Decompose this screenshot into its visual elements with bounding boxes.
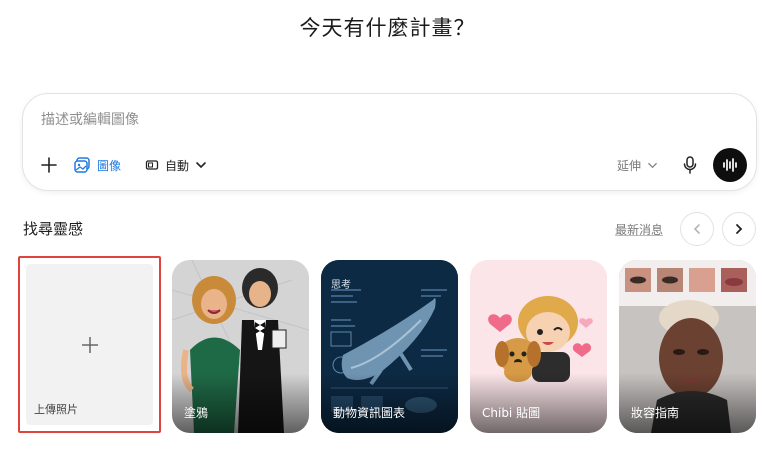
prompt-input[interactable] <box>41 108 641 132</box>
chibi-sticker-card[interactable]: Chibi 貼圖 <box>470 260 607 433</box>
card-label: Chibi 貼圖 <box>482 406 541 420</box>
upload-area: 上傳照片 <box>26 264 153 425</box>
carousel-next-button[interactable] <box>722 212 756 246</box>
extend-label: 延伸 <box>617 158 642 173</box>
chevron-right-icon <box>736 224 743 234</box>
makeup-guide-card[interactable]: 妝容指南 <box>619 260 756 433</box>
chevron-down-icon <box>196 162 206 169</box>
page-headline: 今天有什麼計畫？ <box>299 16 476 40</box>
plus-icon <box>41 157 57 173</box>
extend-dropdown[interactable]: 延伸 <box>617 150 658 180</box>
card-shade <box>470 373 607 433</box>
image-mode-label: 圖像 <box>97 158 122 173</box>
carousel-prev-button[interactable] <box>680 212 714 246</box>
voice-mode-button[interactable] <box>713 148 747 182</box>
card-shade <box>321 373 458 433</box>
image-icon <box>74 157 90 173</box>
card-label: 塗鴉 <box>184 406 209 420</box>
prompt-composer: 圖像 自動 延伸 <box>22 93 757 191</box>
chevron-down-icon <box>648 162 657 168</box>
aspect-ratio-label: 自動 <box>165 158 190 173</box>
card-label: 妝容指南 <box>631 406 680 420</box>
card-label: 上傳照片 <box>34 403 78 416</box>
section-title: 找尋靈感 <box>23 220 84 238</box>
microphone-button[interactable] <box>679 150 701 180</box>
plus-icon <box>81 336 98 353</box>
card-shade <box>619 373 756 433</box>
image-mode-button[interactable]: 圖像 <box>73 150 121 180</box>
doodle-card[interactable]: 塗鴉 <box>172 260 309 433</box>
upload-photo-card[interactable]: 上傳照片 <box>18 256 161 433</box>
aspect-ratio-icon <box>145 160 159 170</box>
chevron-left-icon <box>693 224 700 234</box>
waveform-icon <box>723 158 737 172</box>
news-link[interactable]: 最新消息 <box>615 221 663 238</box>
card-shade <box>172 373 309 433</box>
microphone-icon <box>683 156 697 174</box>
add-button[interactable] <box>37 150 61 180</box>
animal-infographic-card[interactable]: 思考 動物資訊圖表 <box>321 260 458 433</box>
card-label: 動物資訊圖表 <box>333 406 406 420</box>
composer-toolbar: 圖像 自動 延伸 <box>23 148 756 182</box>
aspect-ratio-dropdown[interactable]: 自動 <box>145 150 207 180</box>
infographic-heading: 思考 <box>331 280 351 291</box>
